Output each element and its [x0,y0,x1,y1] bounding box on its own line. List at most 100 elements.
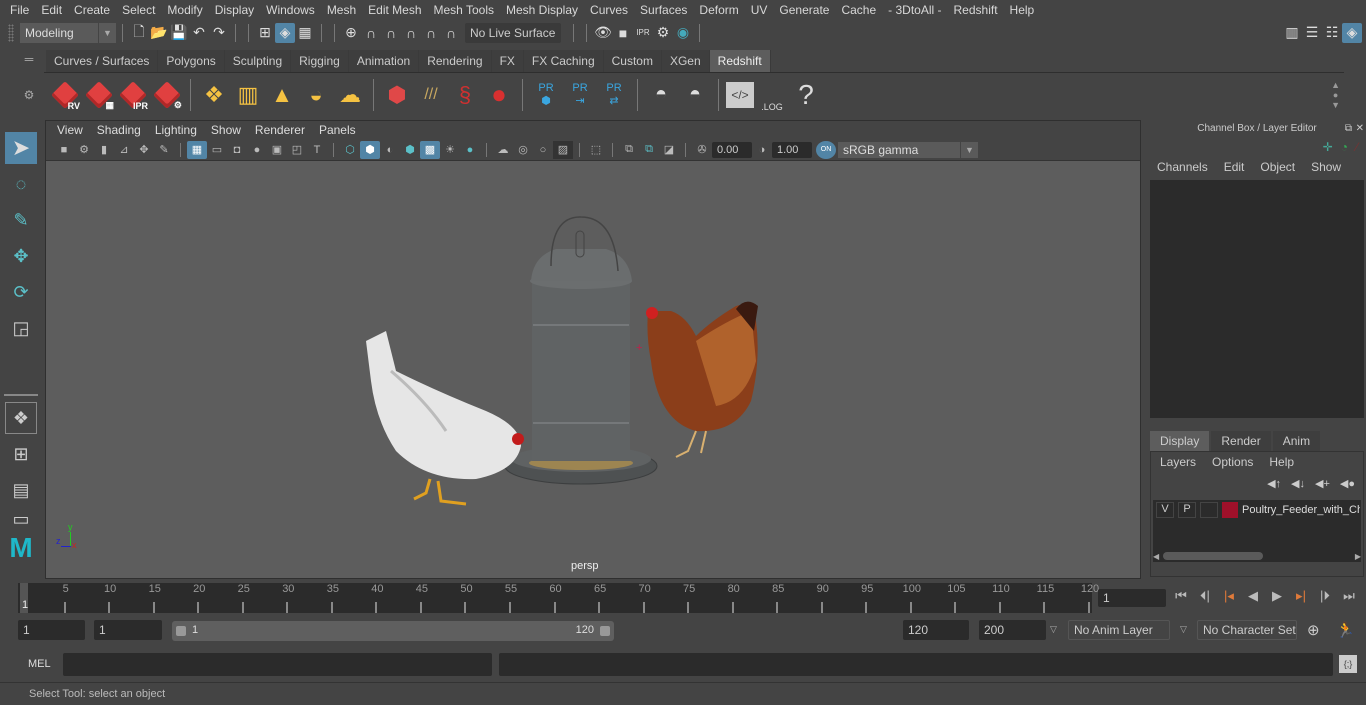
anim-layer-dropdown[interactable]: No Anim Layer [1068,620,1170,640]
safe-title-icon[interactable]: T [307,141,327,159]
channel-box-icon[interactable]: ◈ [1342,22,1362,43]
shelf-tab-xgen[interactable]: XGen [661,50,710,72]
play-backwards-icon[interactable]: ◀ [1244,588,1262,604]
shelf-settings-icon[interactable]: ⚙ [18,88,40,102]
play-forwards-icon[interactable]: ▶ [1268,588,1286,604]
image-plane-icon[interactable]: ⊿ [114,141,134,159]
viewport-menu-panels[interactable]: Panels [312,123,363,137]
menu-mesh-display[interactable]: Mesh Display [500,3,584,17]
film-gate-icon[interactable]: ▭ [207,141,227,159]
layer-tab-render[interactable]: Render [1211,431,1271,451]
proxy-swap-button[interactable]: PR ⇄ [598,78,630,112]
redo-icon[interactable]: ↷ [209,23,229,43]
menu-help[interactable]: Help [1004,3,1041,17]
menu-redshift[interactable]: Redshift [948,3,1004,17]
layer-hscrollbar[interactable]: ◀ ▶ [1153,550,1361,562]
shelf-menu-icon[interactable]: ═ [18,52,40,66]
menu-3dtoall[interactable]: - 3DtoAll - [882,3,947,17]
step-back-key-icon[interactable]: |◂ [1220,588,1238,604]
playback-end-field[interactable]: 120 [903,620,969,640]
select-component-icon[interactable]: ▦ [295,23,315,43]
select-camera-icon[interactable]: ⬚ [586,141,606,159]
camera-icon[interactable]: ■ [54,141,74,159]
move-layer-up-icon[interactable]: ◀↑ [1267,477,1281,490]
go-to-start-icon[interactable]: ⏮ [1172,588,1190,604]
snap-curve-icon[interactable]: ∩ [361,23,381,43]
shelf-tab-animation[interactable]: Animation [348,50,420,72]
menu-mesh-tools[interactable]: Mesh Tools [428,3,500,17]
sphere-material-button[interactable]: ● [483,78,515,112]
snap-grid-icon[interactable]: ⊕ [341,23,361,43]
select-tool[interactable]: ➤ [5,132,37,164]
close-icon[interactable]: ✕ [1356,123,1364,134]
use-lights-icon[interactable]: ☀ [440,141,460,159]
depth-of-field-icon[interactable]: ▨ [553,140,573,159]
script-editor-icon[interactable]: {;} [1339,655,1357,673]
go-to-end-icon[interactable]: ⏭ [1340,588,1358,604]
mode-dropdown[interactable]: Modeling ▼ [20,22,116,43]
smooth-shade-icon[interactable]: ⬢ [360,140,380,159]
shelf-tab-rendering[interactable]: Rendering [419,50,492,72]
shelf-tab-polygons[interactable]: Polygons [158,50,225,72]
character-set-dropdown[interactable]: No Character Set [1197,620,1297,640]
shelf-tab-curves-surfaces[interactable]: Curves / Surfaces [46,50,159,72]
move-layer-down-icon[interactable]: ◀↓ [1291,477,1305,490]
open-scene-icon[interactable]: 📂 [149,23,169,43]
time-ruler[interactable]: 1 5 10 15 20 25 30 35 40 45 50 55 60 65 70 75 80 85 90 95 1… [18,583,1099,613]
character-set-chevron-icon[interactable]: ▽ [1180,624,1187,635]
camera-attributes-icon[interactable]: ⚙ [74,141,94,159]
shelf-scroll[interactable]: ▲ ● ▼ [1331,80,1340,110]
layer-tab-anim[interactable]: Anim [1272,431,1321,451]
menu-edit[interactable]: Edit [35,3,68,17]
color-space-dropdown[interactable]: sRGB gamma ▼ [838,141,978,158]
select-object-icon[interactable]: ◈ [275,22,295,43]
channel-menu-object[interactable]: Object [1260,160,1295,174]
end-time-field[interactable]: 200 [979,620,1046,640]
start-time-field[interactable]: 1 [18,620,85,640]
snap-point-icon[interactable]: ∩ [381,23,401,43]
menu-deform[interactable]: Deform [693,3,744,17]
channel-list[interactable] [1150,180,1364,418]
wireframe-icon[interactable]: ⬡ [340,141,360,159]
motion-blur-icon[interactable]: ◎ [513,141,533,159]
hypershade-icon[interactable]: ◉ [673,23,693,43]
menu-edit-mesh[interactable]: Edit Mesh [362,3,427,17]
four-view-layout[interactable]: ⊞ [5,438,37,470]
pie-button[interactable]: ◓ [679,78,711,112]
menu-select[interactable]: Select [116,3,161,17]
menu-cache[interactable]: Cache [835,3,882,17]
current-frame-field[interactable]: 1 [1098,589,1166,607]
layer-display-type-toggle[interactable] [1200,502,1218,518]
portal-light-button[interactable]: ▥ [232,78,264,112]
pie-bake-button[interactable]: ◓ [645,78,677,112]
log-file-button[interactable]: .LOG [756,78,788,112]
scale-tool[interactable]: ◲ [5,312,37,344]
channel-menu-edit[interactable]: Edit [1224,160,1245,174]
range-start-handle[interactable] [176,626,186,636]
shelf-tab-custom[interactable]: Custom [603,50,662,72]
white-chicken[interactable] [366,331,524,506]
attribute-editor-icon[interactable]: ☰ [1302,23,1322,43]
channel-menu-channels[interactable]: Channels [1157,160,1208,174]
two-d-pan-icon[interactable]: ✥ [134,141,154,159]
step-forward-frame-icon[interactable]: |⏵ [1316,588,1334,604]
tool-settings-icon[interactable]: ☷ [1322,23,1342,43]
command-input[interactable] [63,653,492,676]
hair-button[interactable]: /// [415,78,447,112]
render-view-icon[interactable]: 👁 [593,23,613,43]
select-hierarchy-icon[interactable]: ⊞ [255,23,275,43]
anti-aliasing-icon[interactable]: ○ [533,141,553,159]
new-layer-selected-icon[interactable]: ◀● [1340,477,1355,490]
layer-menu-help[interactable]: Help [1269,455,1294,469]
menu-surfaces[interactable]: Surfaces [634,3,693,17]
redshift-ipr-button[interactable]: IPR [117,78,149,112]
gate-mask-icon[interactable]: ● [247,141,267,159]
playback-start-field[interactable]: 1 [94,620,162,640]
layer-playback-toggle[interactable]: P [1178,502,1196,518]
gamma-field[interactable]: 1.00 [772,141,812,158]
help-button[interactable]: ? [790,78,822,112]
safe-action-icon[interactable]: ◰ [287,141,307,159]
save-scene-icon[interactable]: 💾 [169,23,189,43]
render-frame-icon[interactable]: ■ [613,23,633,43]
shelf-tab-fx[interactable]: FX [491,50,524,72]
